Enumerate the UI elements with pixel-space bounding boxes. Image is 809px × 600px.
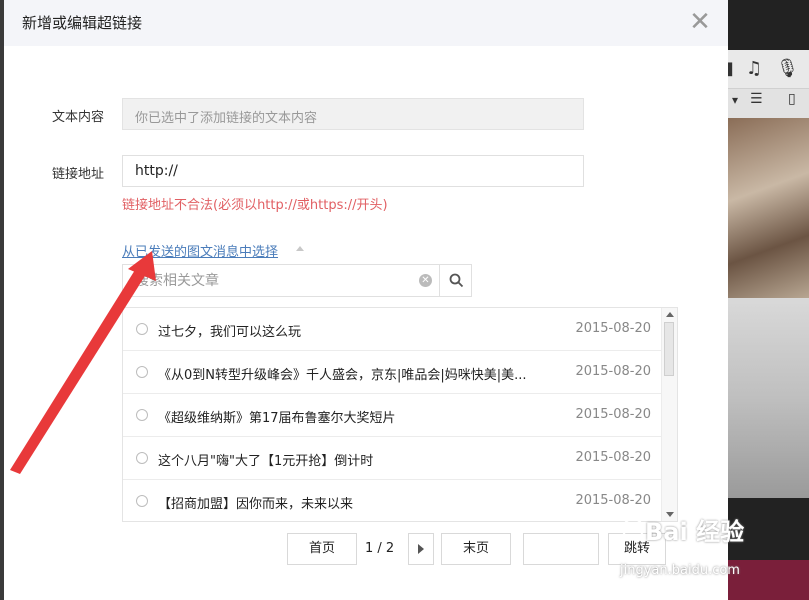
annotation-arrow — [10, 251, 156, 474]
annotation-arrow-shaft — [10, 262, 150, 474]
